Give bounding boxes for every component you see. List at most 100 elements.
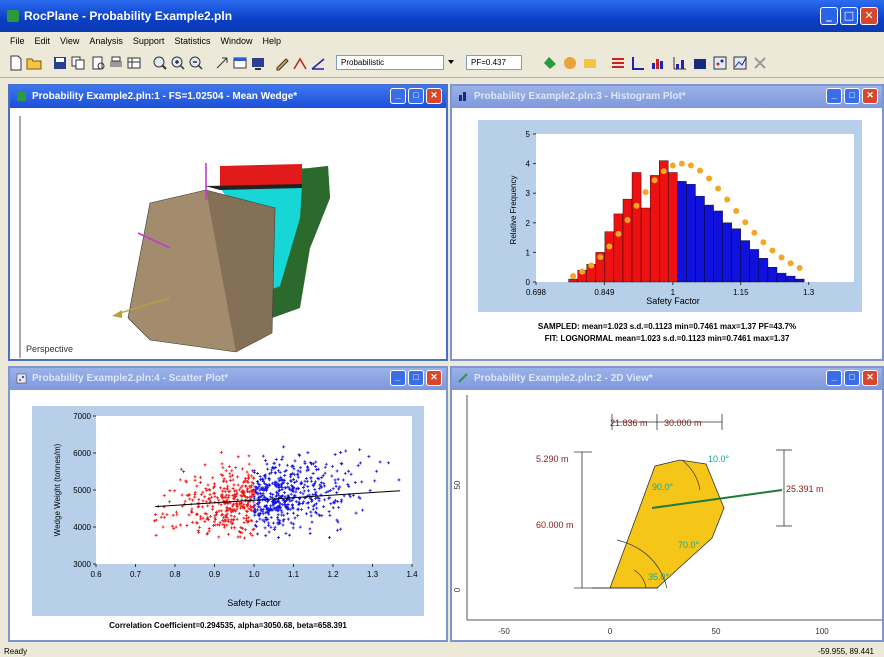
scatter-close-button[interactable]: ✕	[426, 370, 442, 386]
status-bar: Ready -59.955, 89.441	[0, 646, 884, 657]
y-tick-label: 3000	[73, 560, 91, 569]
scatter-y-label: Wedge Weight (tonnes/m)	[53, 443, 62, 536]
histogram-y-label: Relative Frequency	[509, 176, 518, 245]
chevron-down-icon[interactable]	[446, 57, 456, 67]
menu-edit[interactable]: Edit	[35, 36, 51, 46]
close-button[interactable]: ✕	[860, 7, 878, 25]
print-preview-icon[interactable]	[90, 55, 106, 71]
x-tick-label: 0.698	[526, 288, 547, 297]
zoom-extents-icon[interactable]	[152, 55, 168, 71]
menu-file[interactable]: File	[10, 36, 25, 46]
y-tick-label: 4	[526, 160, 531, 169]
pf-display-field[interactable]: PF=0.437	[466, 55, 522, 70]
fit-point	[606, 243, 613, 250]
histogram-x-axis: 0.698 0.849 1 1.15 1.3	[526, 282, 815, 297]
histogram-bar	[722, 222, 732, 283]
wedge-minimize-button[interactable]: _	[390, 88, 406, 104]
angle-icon[interactable]	[310, 55, 326, 71]
density-icon[interactable]	[692, 55, 708, 71]
menu-window[interactable]: Window	[220, 36, 252, 46]
analysis-mode-select[interactable]: Probabilistic	[336, 55, 444, 70]
pencil-icon[interactable]	[274, 55, 290, 71]
dim-label: 60.000 m	[536, 520, 574, 530]
sensitivity-icon[interactable]	[732, 55, 748, 71]
info-icon[interactable]	[562, 55, 578, 71]
x-tick-label: 0	[608, 627, 613, 636]
wedge-3d-viewport[interactable]: Perspective	[10, 108, 446, 359]
view2d-close-button[interactable]: ✕	[862, 370, 878, 386]
y-tick-label: 0	[453, 587, 462, 592]
menu-analysis[interactable]: Analysis	[89, 36, 123, 46]
dim-label: 30.000 m	[664, 418, 702, 428]
wedge-restore-button[interactable]: □	[408, 88, 424, 104]
cumulative-icon[interactable]	[672, 55, 688, 71]
view2d-canvas[interactable]: -50 0 50 100 50 0 21.836 m 30.000 m 5.29…	[452, 390, 882, 640]
angle-label: 35.0°	[648, 572, 670, 582]
view2d-window-titlebar[interactable]: Probability Example2.pln:2 - 2D View* _ …	[452, 368, 882, 390]
arrow-tool-icon[interactable]	[214, 55, 230, 71]
histogram-bar	[785, 275, 796, 283]
histogram-restore-button[interactable]: □	[844, 88, 860, 104]
axes-icon[interactable]	[630, 55, 646, 71]
scatter-minimize-button[interactable]: _	[390, 370, 406, 386]
new-file-icon[interactable]	[8, 55, 24, 71]
lines-icon[interactable]	[610, 55, 626, 71]
histogram-bar	[749, 249, 760, 283]
menu-view[interactable]: View	[60, 36, 79, 46]
scatter-chart[interactable]: 3000 4000 5000 6000 7000 0.6 0.7 0.8 0.9 1.0 1.1 1…	[32, 406, 424, 616]
cursor-coordinates: -59.955, 89.441	[817, 647, 874, 656]
scatter-restore-button[interactable]: □	[408, 370, 424, 386]
view2d-window[interactable]: Probability Example2.pln:2 - 2D View* _ …	[450, 366, 884, 642]
minimize-button[interactable]: _	[820, 7, 838, 25]
wedge-3d-window[interactable]: Probability Example2.pln:1 - FS=1.02504 …	[8, 84, 448, 361]
x-tick-label: 1.2	[327, 570, 339, 579]
app-titlebar[interactable]: RocPlane - Probability Example2.pln _ □ …	[0, 0, 884, 32]
maximize-button[interactable]: □	[840, 7, 858, 25]
histogram-window[interactable]: Probability Example2.pln:3 - Histogram P…	[450, 84, 884, 361]
scatter-x-axis: 0.6 0.7 0.8 0.9 1.0 1.1 1.2 1.3 1.4	[90, 564, 418, 579]
wedge-section	[609, 459, 725, 589]
x-tick-label: 1.0	[248, 570, 260, 579]
save-icon[interactable]	[52, 55, 68, 71]
histogram-bar	[668, 172, 678, 283]
view2d-restore-button[interactable]: □	[844, 370, 860, 386]
view2d-document-icon	[458, 373, 468, 383]
close-chart-icon[interactable]	[752, 55, 768, 71]
menu-support[interactable]: Support	[133, 36, 165, 46]
view-mode-label: Perspective	[26, 344, 73, 354]
table-icon[interactable]	[126, 55, 142, 71]
x-tick-label: 1.1	[288, 570, 300, 579]
scatter-correlation-caption: Correlation Coefficient=0.294535, alpha=…	[109, 621, 347, 630]
x-tick-label: 50	[712, 627, 721, 636]
view2d-x-ticks: -50 0 50 100	[498, 627, 829, 636]
compute-icon[interactable]	[542, 55, 558, 71]
histogram-chart[interactable]: 012345 0.698 0.849 1 1.15 1.3 Safety Factor …	[478, 120, 862, 312]
view2d-minimize-button[interactable]: _	[826, 370, 842, 386]
wedge-window-titlebar[interactable]: Probability Example2.pln:1 - FS=1.02504 …	[10, 86, 446, 108]
histogram-bar	[686, 184, 696, 283]
copy-icon[interactable]	[70, 55, 86, 71]
fit-point	[687, 162, 694, 169]
scatter-window[interactable]: Probability Example2.pln:4 - Scatter Plo…	[8, 366, 448, 642]
histogram-close-button[interactable]: ✕	[862, 88, 878, 104]
histogram-icon[interactable]	[650, 55, 666, 71]
data-tips-icon[interactable]	[582, 55, 598, 71]
x-tick-label: -50	[498, 627, 510, 636]
y-tick-label: 7000	[73, 412, 91, 421]
menu-statistics[interactable]: Statistics	[174, 36, 210, 46]
histogram-minimize-button[interactable]: _	[826, 88, 842, 104]
menu-help[interactable]: Help	[262, 36, 281, 46]
window-icon[interactable]	[232, 55, 248, 71]
zoom-in-icon[interactable]	[170, 55, 186, 71]
open-folder-icon[interactable]	[26, 55, 42, 71]
histogram-window-title: Probability Example2.pln:3 - Histogram P…	[474, 91, 686, 102]
zoom-out-icon[interactable]	[188, 55, 204, 71]
histogram-window-titlebar[interactable]: Probability Example2.pln:3 - Histogram P…	[452, 86, 882, 108]
print-icon[interactable]	[108, 55, 124, 71]
histogram-bar	[622, 198, 633, 283]
scatter-window-titlebar[interactable]: Probability Example2.pln:4 - Scatter Plo…	[10, 368, 446, 390]
vector-icon[interactable]	[292, 55, 308, 71]
wedge-close-button[interactable]: ✕	[426, 88, 442, 104]
scatter-icon[interactable]	[712, 55, 728, 71]
monitor-icon[interactable]	[250, 55, 266, 71]
